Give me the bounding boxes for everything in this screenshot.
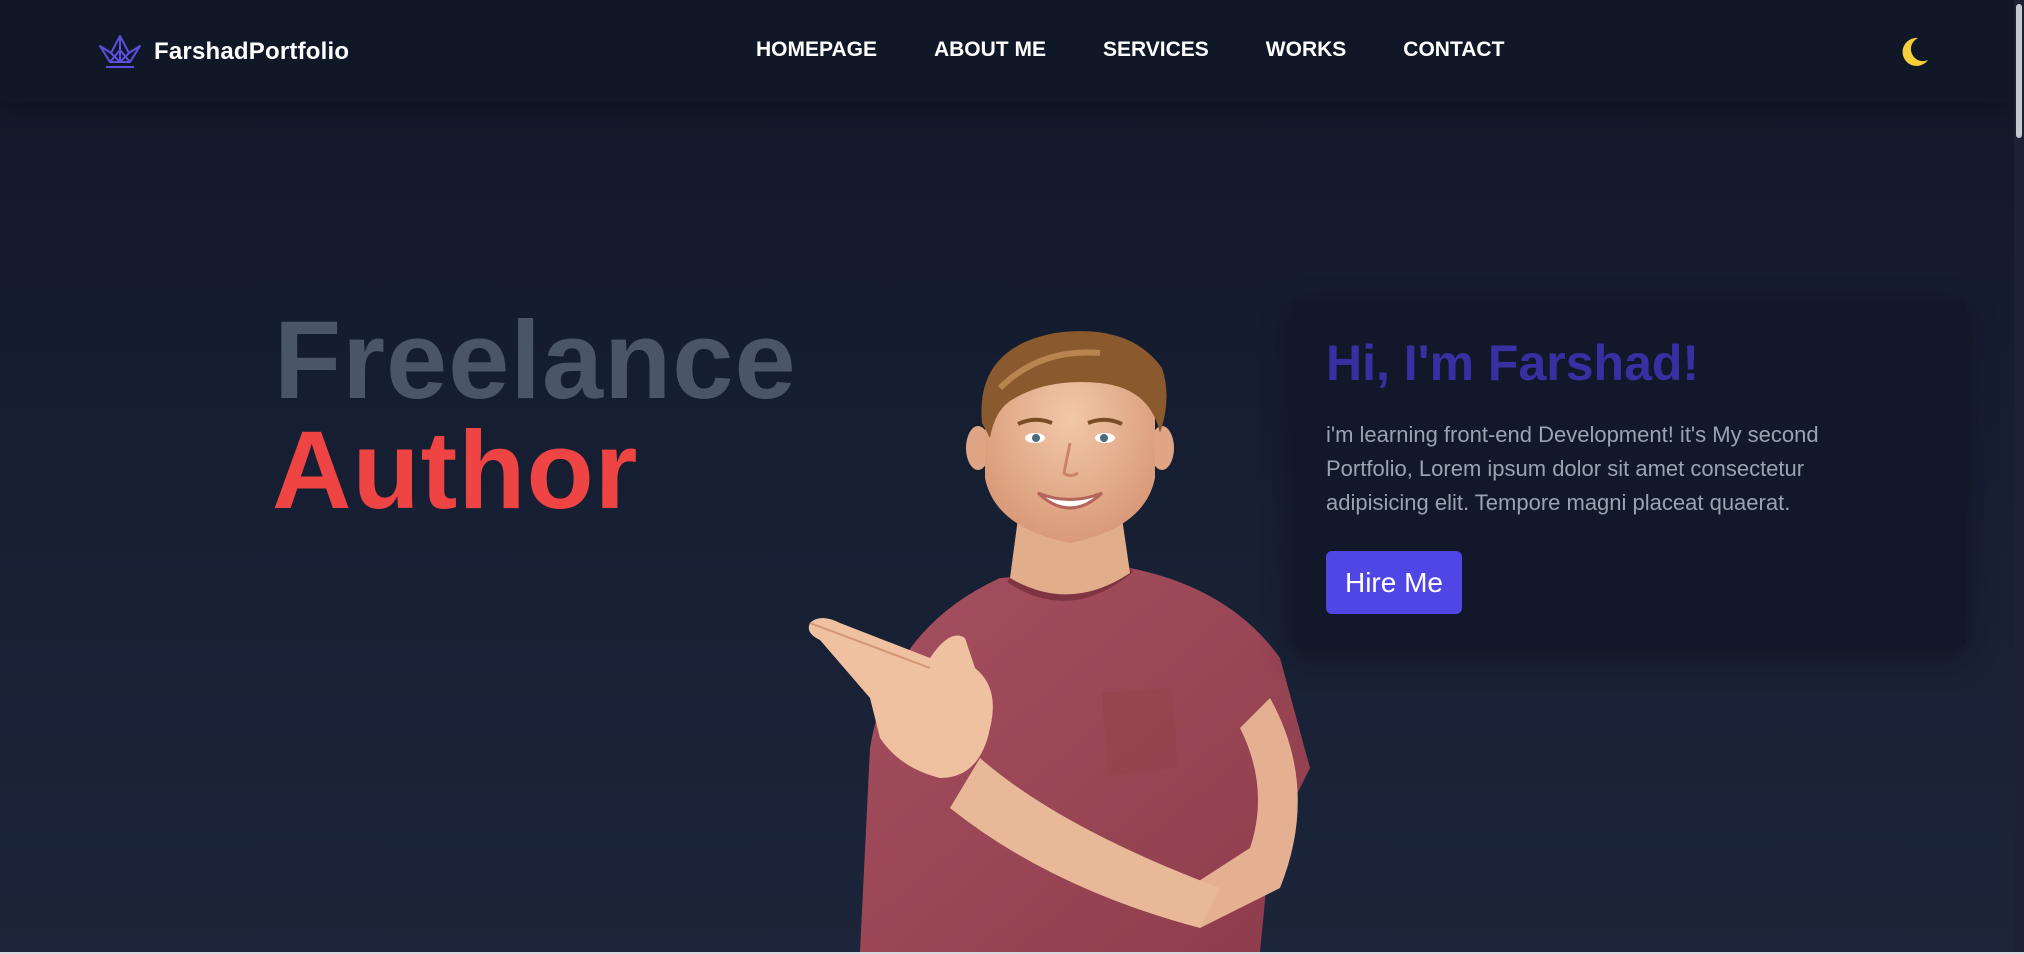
nav-item-works[interactable]: WORKS (1266, 38, 1347, 62)
person-pointing-image (808, 331, 1310, 952)
nav-item-services[interactable]: SERVICES (1103, 38, 1209, 62)
theme-toggle-button[interactable] (1896, 34, 1932, 70)
nav-item-homepage[interactable]: HOMEPAGE (756, 38, 877, 62)
intro-text: i'm learning front-end Development! it's… (1326, 422, 1819, 515)
intro-card: Hi, I'm Farshad! i'm learning front-end … (1292, 300, 1966, 648)
brand-name: FarshadPortfolio (154, 38, 350, 65)
hero-title-line2: Author (272, 409, 639, 532)
hero-title-line1: Freelance (274, 299, 797, 422)
scrollbar-thumb[interactable] (2016, 4, 2022, 138)
vertical-scrollbar[interactable] (2014, 0, 2024, 952)
site-header: FarshadPortfolio HOMEPAGE ABOUT ME SERVI… (0, 0, 2014, 102)
intro-title: Hi, I'm Farshad! (1326, 335, 1700, 391)
hire-me-button[interactable]: Hire Me (1326, 551, 1462, 614)
nav-item-about-me[interactable]: ABOUT ME (934, 38, 1046, 62)
moon-icon (1902, 37, 1928, 66)
page: FarshadPortfolio HOMEPAGE ABOUT ME SERVI… (0, 0, 2024, 954)
nav-item-contact[interactable]: CONTACT (1403, 38, 1504, 62)
main-nav: HOMEPAGE ABOUT ME SERVICES WORKS CONTACT (756, 38, 1504, 62)
crown-logo-icon (99, 35, 141, 68)
brand-logo[interactable]: FarshadPortfolio (96, 32, 349, 72)
